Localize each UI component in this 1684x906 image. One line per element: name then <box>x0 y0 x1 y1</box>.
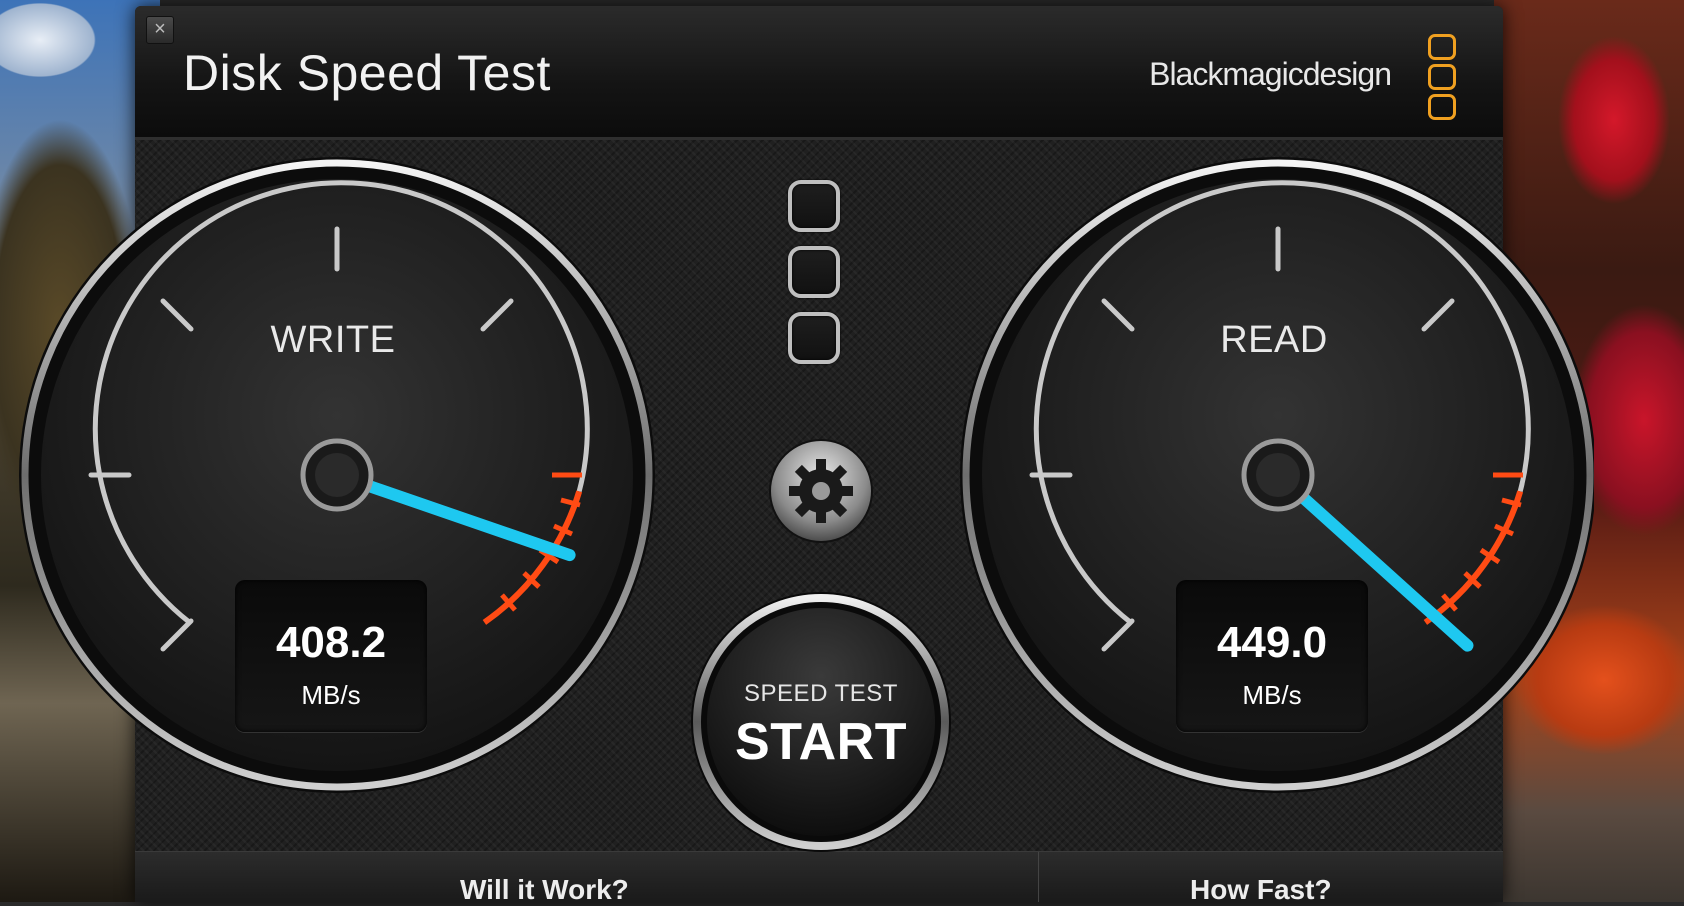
read-speed-unit: MB/s <box>1242 680 1302 710</box>
how-fast-label: How Fast? <box>1190 874 1332 905</box>
app-title: Disk Speed Test <box>183 45 551 101</box>
write-readout: 408.2 MB/s <box>235 580 427 732</box>
read-readout: 449.0 MB/s <box>1176 580 1368 732</box>
read-speed-value: 449.0 <box>1216 618 1328 667</box>
read-label: READ <box>1220 319 1328 361</box>
start-button-caption: SPEED TEST <box>744 680 898 707</box>
write-label: WRITE <box>270 319 396 361</box>
speed-test-start-button[interactable]: SPEED TEST START <box>689 590 953 854</box>
blackmagic-logo-icon <box>1428 34 1458 120</box>
title-bar: × Disk Speed Test Blackmagicdesign <box>135 6 1503 140</box>
brand-name: Blackmagicdesign <box>1149 56 1392 92</box>
read-gauge: READ 449.0 MB/s <box>912 134 1594 816</box>
will-it-work-label: Will it Work? <box>460 874 629 905</box>
start-button-label: START <box>735 713 907 771</box>
center-blackmagic-logo-icon <box>788 180 848 376</box>
write-speed-unit: MB/s <box>301 680 361 710</box>
write-gauge: WRITE 408.2 MB/s <box>0 134 674 816</box>
bottom-divider <box>1038 852 1039 902</box>
close-button[interactable]: × <box>146 16 174 44</box>
settings-button[interactable] <box>767 437 875 545</box>
write-speed-value: 408.2 <box>275 618 387 667</box>
gear-icon <box>769 439 873 543</box>
bottom-bar: Will it Work? How Fast? <box>135 851 1503 905</box>
